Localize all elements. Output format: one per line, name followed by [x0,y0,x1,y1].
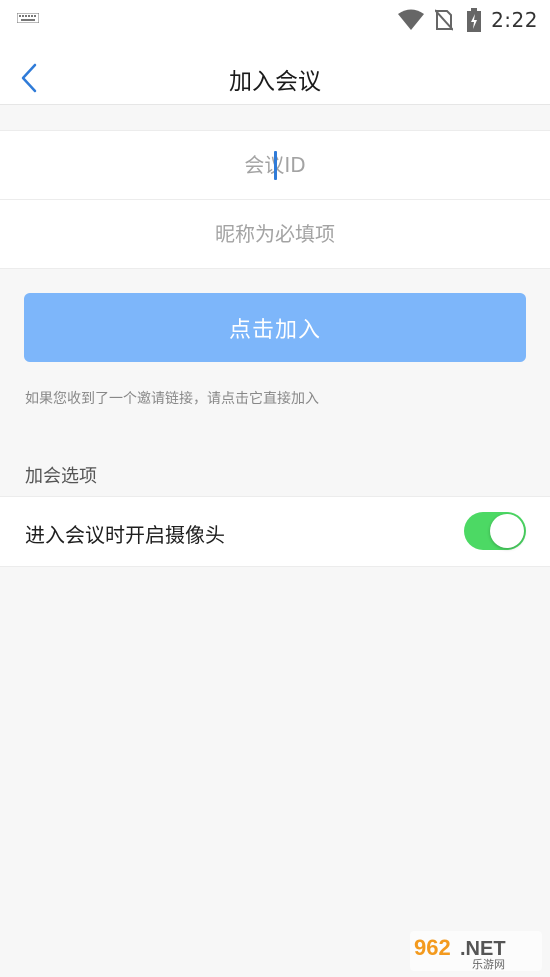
nickname-input[interactable] [0,200,550,268]
svg-text:.NET: .NET [460,938,506,960]
no-sim-icon [435,9,454,31]
meeting-id-row [0,131,550,199]
watermark-logo: 962 .NET 乐游网 [410,931,542,971]
status-time: 2:22 [491,8,538,32]
svg-text:乐游网: 乐游网 [472,958,505,971]
status-bar: 2:22 [0,0,550,40]
nickname-row [0,199,550,268]
invite-hint: 如果您收到了一个邀请链接，请点击它直接加入 [25,391,319,407]
keyboard-icon [17,13,39,23]
camera-option-row: 进入会议时开启摄像头 [0,496,550,567]
battery-charging-icon [467,8,482,32]
status-icons: 2:22 [397,6,538,34]
join-button[interactable]: 点击加入 [24,293,526,362]
nav-bar: 加入会议 [0,40,550,105]
camera-toggle[interactable] [464,512,526,550]
options-header: 加会选项 [25,466,97,487]
camera-option-label: 进入会议时开启摄像头 [25,523,225,547]
toggle-knob [490,514,524,548]
svg-text:962: 962 [414,935,451,960]
wifi-icon [398,9,425,30]
text-cursor [274,151,277,180]
join-form [0,130,550,269]
page-title: 加入会议 [229,69,321,95]
